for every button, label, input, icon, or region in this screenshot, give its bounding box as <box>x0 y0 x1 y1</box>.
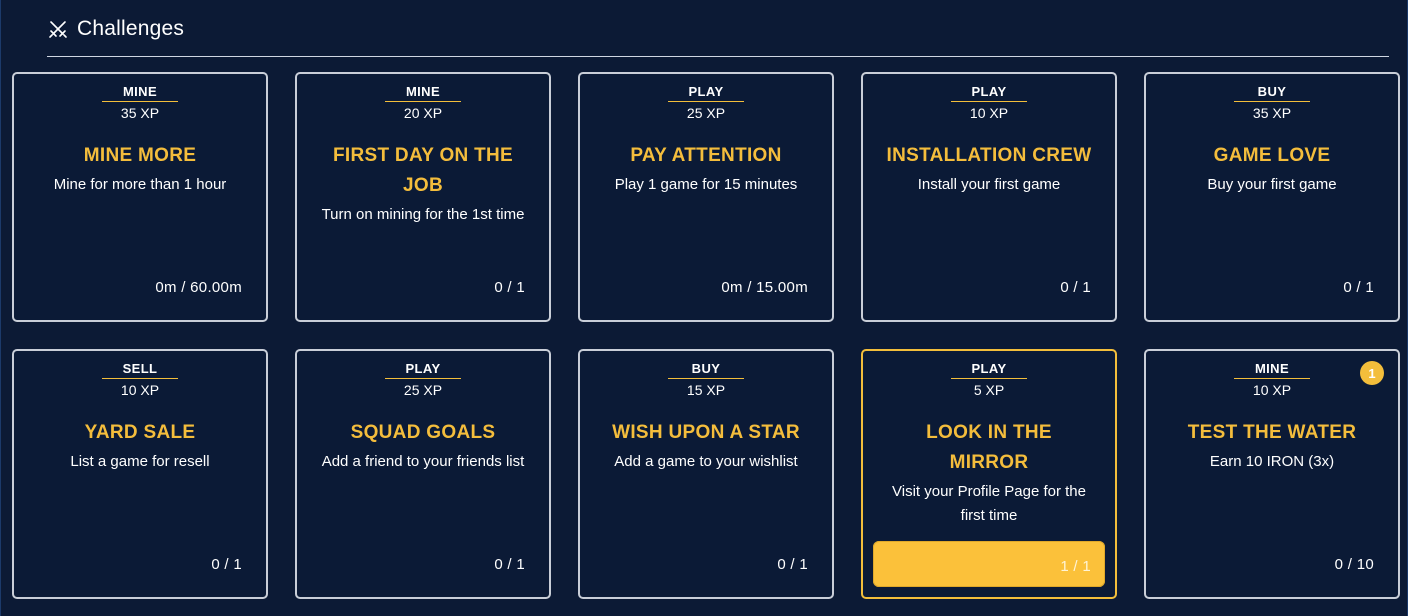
challenges-panel: Challenges MINE 35 XP MINE MORE Mine for… <box>0 0 1408 616</box>
challenge-description: Add a friend to your friends list <box>321 453 525 470</box>
category-underline <box>385 101 461 102</box>
challenge-category: PLAY <box>405 361 441 376</box>
challenge-title: TEST THE WATER <box>1187 422 1357 443</box>
challenge-card[interactable]: MINE 35 XP MINE MORE Mine for more than … <box>12 72 268 322</box>
challenge-category: SELL <box>122 361 158 376</box>
category-underline <box>385 378 461 379</box>
challenge-progress: 0 / 1 <box>211 556 242 573</box>
challenge-xp: 35 XP <box>1252 105 1292 121</box>
challenge-description: Play 1 game for 15 minutes <box>614 176 798 193</box>
challenge-description: Turn on mining for the 1st time <box>321 206 525 223</box>
challenge-card[interactable]: PLAY 25 XP SQUAD GOALS Add a friend to y… <box>295 349 551 599</box>
category-underline <box>951 101 1027 102</box>
page-title: Challenges <box>77 17 185 40</box>
challenge-title: FIRST DAY ON THE JOB <box>332 145 514 196</box>
challenge-title: SQUAD GOALS <box>350 422 496 443</box>
challenge-progress: 0 / 1 <box>777 556 808 573</box>
challenge-description: Install your first game <box>917 176 1061 193</box>
challenge-card[interactable]: PLAY 25 XP PAY ATTENTION Play 1 game for… <box>578 72 834 322</box>
challenge-title: PAY ATTENTION <box>630 145 782 166</box>
challenge-title: GAME LOVE <box>1213 145 1331 166</box>
challenge-card-completed[interactable]: PLAY 5 XP LOOK IN THE MIRROR Visit your … <box>861 349 1117 599</box>
challenge-card[interactable]: 1 MINE 10 XP TEST THE WATER Earn 10 IRON… <box>1144 349 1400 599</box>
category-underline <box>668 378 744 379</box>
challenges-grid: MINE 35 XP MINE MORE Mine for more than … <box>12 72 1400 599</box>
header-divider <box>47 56 1389 57</box>
challenge-progress: 0 / 10 <box>1334 556 1374 573</box>
category-underline <box>102 378 178 379</box>
challenge-progress: 1 / 1 <box>1060 558 1091 575</box>
challenge-card[interactable]: PLAY 10 XP INSTALLATION CREW Install you… <box>861 72 1117 322</box>
crossed-swords-icon <box>47 18 69 40</box>
challenge-card[interactable]: SELL 10 XP YARD SALE List a game for res… <box>12 349 268 599</box>
notification-badge: 1 <box>1360 361 1384 385</box>
challenge-category: PLAY <box>688 84 724 99</box>
challenge-title: YARD SALE <box>84 422 196 443</box>
challenge-card[interactable]: BUY 15 XP WISH UPON A STAR Add a game to… <box>578 349 834 599</box>
challenge-xp: 25 XP <box>686 105 726 121</box>
challenge-card[interactable]: MINE 20 XP FIRST DAY ON THE JOB Turn on … <box>295 72 551 322</box>
category-underline <box>1234 101 1310 102</box>
challenge-category: BUY <box>1257 84 1287 99</box>
challenge-description: Earn 10 IRON (3x) <box>1209 453 1335 470</box>
challenge-progress: 0m / 60.00m <box>155 279 242 296</box>
challenge-title: LOOK IN THE MIRROR <box>926 422 1052 473</box>
challenge-xp: 10 XP <box>120 382 160 398</box>
category-underline <box>1234 378 1310 379</box>
challenge-xp: 10 XP <box>969 105 1009 121</box>
challenge-xp: 25 XP <box>403 382 443 398</box>
challenge-xp: 35 XP <box>120 105 160 121</box>
challenge-description: Visit your Profile Page for the first ti… <box>892 483 1086 524</box>
challenge-progress: 0 / 1 <box>494 556 525 573</box>
challenges-header: Challenges <box>47 14 184 44</box>
category-underline <box>951 378 1027 379</box>
challenge-progress: 0 / 1 <box>1060 279 1091 296</box>
challenge-title: MINE MORE <box>83 145 197 166</box>
challenge-progress: 0m / 15.00m <box>721 279 808 296</box>
challenge-category: MINE <box>122 84 158 99</box>
challenge-card[interactable]: BUY 35 XP GAME LOVE Buy your first game … <box>1144 72 1400 322</box>
challenge-title: WISH UPON A STAR <box>612 422 800 443</box>
challenge-title: INSTALLATION CREW <box>886 145 1092 166</box>
challenge-category: PLAY <box>971 361 1007 376</box>
challenge-category: BUY <box>691 361 721 376</box>
challenge-xp: 10 XP <box>1252 382 1292 398</box>
challenge-category: PLAY <box>971 84 1007 99</box>
progress-bar: 1 / 1 <box>873 541 1105 587</box>
challenge-category: MINE <box>405 84 441 99</box>
challenge-description: Add a game to your wishlist <box>614 453 798 470</box>
challenge-xp: 5 XP <box>973 382 1005 398</box>
category-underline <box>668 101 744 102</box>
challenge-progress: 0 / 1 <box>1343 279 1374 296</box>
category-underline <box>102 101 178 102</box>
challenge-description: Buy your first game <box>1207 176 1337 193</box>
challenge-xp: 15 XP <box>686 382 726 398</box>
challenge-progress: 0 / 1 <box>494 279 525 296</box>
challenge-xp: 20 XP <box>403 105 443 121</box>
challenge-description: Mine for more than 1 hour <box>53 176 227 193</box>
challenge-description: List a game for resell <box>70 453 210 470</box>
